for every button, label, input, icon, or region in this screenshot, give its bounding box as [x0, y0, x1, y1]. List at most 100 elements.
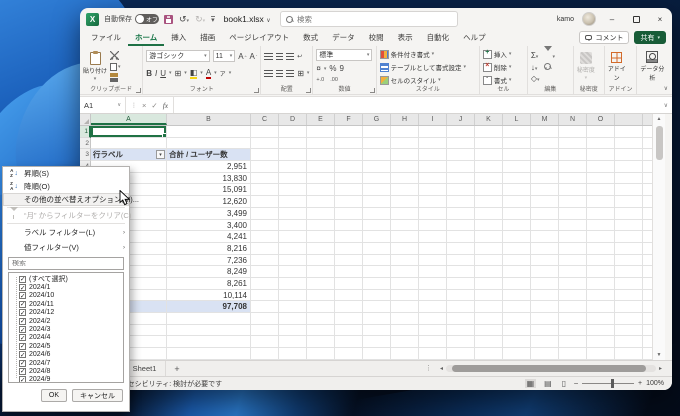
- cell-J11[interactable]: [447, 242, 475, 255]
- comments-button[interactable]: コメント: [579, 31, 630, 44]
- percent-style-button[interactable]: %: [329, 64, 336, 73]
- cell-G6[interactable]: [363, 184, 391, 197]
- cell-I2[interactable]: [419, 137, 447, 150]
- column-header-O[interactable]: O: [587, 114, 615, 125]
- zoom-in-icon[interactable]: +: [638, 380, 642, 387]
- cell-M18[interactable]: [531, 324, 559, 337]
- cell-B7[interactable]: 12,620: [167, 196, 251, 208]
- column-header-M[interactable]: M: [531, 114, 559, 125]
- cell-F10[interactable]: [335, 231, 363, 243]
- cell-C19[interactable]: [251, 336, 279, 349]
- cell-I1[interactable]: [419, 126, 447, 138]
- filter-item-2024/5[interactable]: 2024/5: [13, 342, 123, 350]
- filter-item-2024/2[interactable]: 2024/2: [13, 317, 123, 325]
- cell-G18[interactable]: [363, 324, 391, 337]
- sheet-tab-Sheet1[interactable]: Sheet1: [124, 361, 167, 376]
- cell-K6[interactable]: [475, 184, 503, 197]
- wrap-text-button[interactable]: ↩: [297, 53, 302, 60]
- cell-D2[interactable]: [279, 137, 307, 150]
- cell-J20[interactable]: [447, 348, 475, 360]
- cell-G7[interactable]: [363, 196, 391, 208]
- tab-ページレイアウト[interactable]: ページレイアウト: [222, 30, 296, 46]
- cell-D20[interactable]: [279, 348, 307, 360]
- cell-G3[interactable]: [363, 149, 391, 162]
- maximize-button[interactable]: [628, 12, 644, 26]
- cell-C15[interactable]: [251, 289, 279, 302]
- cell-E13[interactable]: [307, 266, 335, 278]
- cell-L2[interactable]: [503, 137, 531, 150]
- cell-I12[interactable]: [419, 254, 447, 267]
- cell-L15[interactable]: [503, 289, 531, 302]
- cancel-button[interactable]: キャンセル: [72, 389, 123, 402]
- cell-G9[interactable]: [363, 219, 391, 232]
- cell-L9[interactable]: [503, 219, 531, 232]
- cell-H19[interactable]: [391, 336, 419, 349]
- cancel-icon[interactable]: ×: [142, 101, 146, 110]
- undo-button[interactable]: ↺▾: [179, 14, 189, 25]
- page-layout-view-icon[interactable]: ▤: [542, 379, 554, 388]
- cell-N20[interactable]: [559, 348, 587, 360]
- currency-format-button[interactable]: ¤: [316, 64, 320, 73]
- menu-item-value-filters[interactable]: 値フィルター(V) ›: [3, 240, 129, 255]
- cell-C7[interactable]: [251, 196, 279, 208]
- cell-K4[interactable]: [475, 161, 503, 173]
- checkbox-checked-icon[interactable]: [19, 317, 26, 325]
- cell-E10[interactable]: [307, 231, 335, 243]
- cell-I3[interactable]: [419, 149, 447, 162]
- formula-input[interactable]: [174, 97, 659, 113]
- tab-自動化[interactable]: 自動化: [420, 30, 457, 46]
- cell-I6[interactable]: [419, 184, 447, 197]
- cell-J4[interactable]: [447, 161, 475, 173]
- addins-button[interactable]: アドイン: [608, 49, 626, 84]
- cell-O2[interactable]: [587, 137, 615, 150]
- vertical-scroll-thumb[interactable]: [656, 126, 663, 160]
- cell-I19[interactable]: [419, 336, 447, 349]
- cell-H18[interactable]: [391, 324, 419, 337]
- worksheet-grid[interactable]: ABCDEFGHIJKLMNO 123行ラベル▾合計 / ユーザー数42,951…: [80, 114, 665, 360]
- cell-C14[interactable]: [251, 277, 279, 290]
- cell-K10[interactable]: [475, 231, 503, 243]
- cell-B1[interactable]: [167, 126, 251, 138]
- filter-item-2024/6[interactable]: 2024/6: [13, 351, 123, 359]
- filter-item-2024/7[interactable]: 2024/7: [13, 359, 123, 367]
- column-header-F[interactable]: F: [335, 114, 363, 125]
- cell-M11[interactable]: [531, 242, 559, 255]
- cell-N5[interactable]: [559, 172, 587, 185]
- align-right-icon[interactable]: [286, 69, 295, 77]
- search-box[interactable]: [280, 11, 458, 27]
- cell-I18[interactable]: [419, 324, 447, 337]
- cell-N7[interactable]: [559, 196, 587, 208]
- cell-M16[interactable]: [531, 301, 559, 313]
- cell-D16[interactable]: [279, 301, 307, 313]
- cell-A1[interactable]: [91, 126, 167, 138]
- clear-button[interactable]: ◇▾: [531, 74, 540, 84]
- cell-I8[interactable]: [419, 207, 447, 220]
- cell-N15[interactable]: [559, 289, 587, 302]
- cell-H20[interactable]: [391, 348, 419, 360]
- cell-G14[interactable]: [363, 277, 391, 290]
- tab-ファイル[interactable]: ファイル: [84, 30, 128, 46]
- checkbox-checked-icon[interactable]: [19, 342, 26, 350]
- cell-D3[interactable]: [279, 149, 307, 162]
- autosum-button[interactable]: Σ▾: [531, 51, 540, 61]
- cell-L14[interactable]: [503, 277, 531, 290]
- cell-M20[interactable]: [531, 348, 559, 360]
- cell-J7[interactable]: [447, 196, 475, 208]
- cell-O1[interactable]: [587, 126, 615, 138]
- cell-N1[interactable]: [559, 126, 587, 138]
- cell-H9[interactable]: [391, 219, 419, 232]
- dialog-launcher-icon[interactable]: [306, 88, 312, 93]
- cell-M7[interactable]: [531, 196, 559, 208]
- find-select-button[interactable]: ▾: [544, 63, 555, 73]
- cell-H2[interactable]: [391, 137, 419, 150]
- cell-G2[interactable]: [363, 137, 391, 150]
- zoom-level[interactable]: 100%: [646, 380, 664, 387]
- cell-E16[interactable]: [307, 301, 335, 313]
- cell-F16[interactable]: [335, 301, 363, 313]
- cell-K2[interactable]: [475, 137, 503, 150]
- cell-B4[interactable]: 2,951: [167, 161, 251, 173]
- cell-E15[interactable]: [307, 289, 335, 302]
- filter-search-input[interactable]: [12, 260, 120, 267]
- filter-item-2024/3[interactable]: 2024/3: [13, 325, 123, 334]
- cell-L3[interactable]: [503, 149, 531, 162]
